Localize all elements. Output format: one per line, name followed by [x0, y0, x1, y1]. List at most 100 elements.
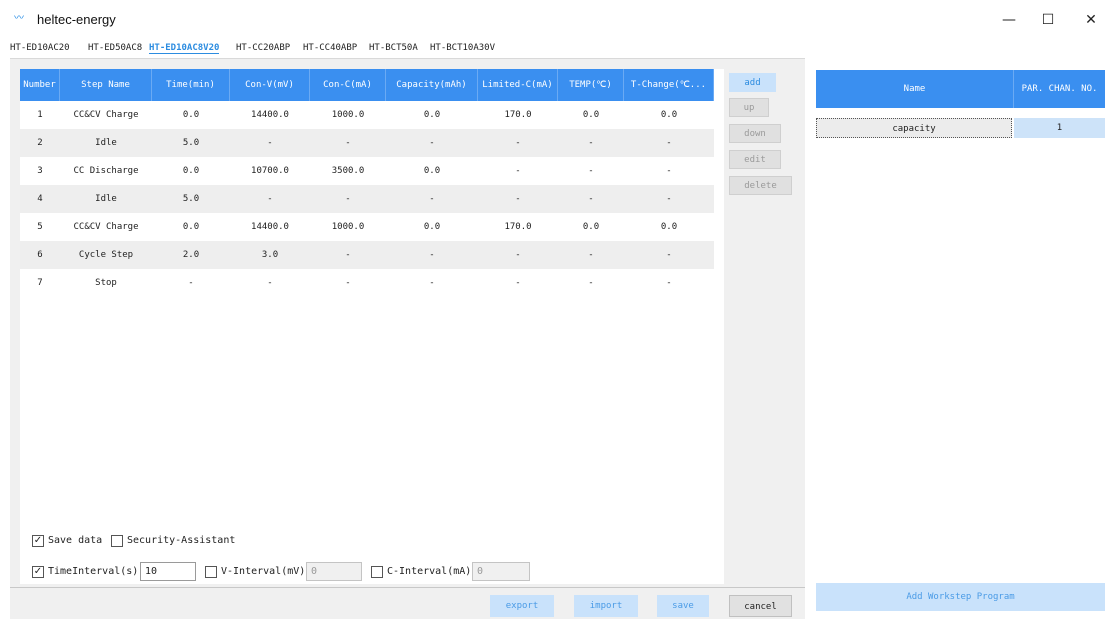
cell-con-c: 1000.0 [331, 110, 365, 120]
cell-step-name: Stop [95, 278, 117, 288]
cell-temp: - [588, 166, 594, 176]
table-row[interactable]: 7 Stop - - - - - - - [20, 269, 714, 297]
export-button[interactable]: export [490, 595, 554, 617]
cell-step-name: Idle [95, 194, 117, 204]
c-interval-checkbox[interactable] [371, 566, 383, 578]
cell-capacity: 0.0 [423, 222, 441, 232]
cell-t-change: - [666, 166, 672, 176]
cell-number: 1 [20, 101, 60, 129]
col-capacity[interactable]: Capacity(mAh) [386, 69, 478, 101]
v-interval-input[interactable]: 0 [306, 562, 362, 581]
cell-con-v: - [267, 278, 273, 288]
cell-con-v: 14400.0 [251, 222, 289, 232]
tab-ht-cc40abp[interactable]: HT-CC40ABP [303, 43, 357, 53]
cell-limited-c: 170.0 [504, 110, 532, 120]
cell-time: 0.0 [182, 222, 200, 232]
security-assistant-label: Security-Assistant [127, 535, 236, 546]
security-assistant-checkbox[interactable] [111, 535, 123, 547]
col-temp[interactable]: TEMP(℃) [558, 69, 624, 101]
tab-ht-ed50ac8[interactable]: HT-ED50AC8 [88, 43, 142, 53]
app-logo-icon: 〰 [14, 13, 24, 24]
save-button[interactable]: save [657, 595, 709, 617]
table-row[interactable]: 1 CC&CV Charge 0.0 14400.0 1000.0 0.0 17… [20, 101, 714, 129]
col-step-name[interactable]: Step Name [60, 69, 152, 101]
cell-con-v: 14400.0 [251, 110, 289, 120]
tab-ht-cc20abp[interactable]: HT-CC20ABP [236, 43, 290, 53]
edit-step-button[interactable]: edit [729, 150, 781, 169]
time-interval-checkbox[interactable]: ✓ [32, 566, 44, 578]
cell-number: 6 [20, 241, 60, 269]
tab-ht-bct50a[interactable]: HT-BCT50A [369, 43, 418, 53]
cell-step-name: Idle [95, 138, 117, 148]
cell-con-c: 3500.0 [331, 166, 365, 176]
step-editor-panel: Number Step Name Time(min) Con-V(mV) Con… [10, 59, 805, 619]
step-table: Number Step Name Time(min) Con-V(mV) Con… [20, 69, 724, 584]
table-row[interactable]: 5 CC&CV Charge 0.0 14400.0 1000.0 0.0 17… [20, 213, 714, 241]
c-interval-input[interactable]: 0 [472, 562, 530, 581]
cell-temp: 0.0 [582, 110, 600, 120]
cell-t-change: - [666, 250, 672, 260]
cancel-button[interactable]: cancel [729, 595, 792, 617]
col-time[interactable]: Time(min) [152, 69, 230, 101]
cell-time: - [188, 278, 194, 288]
cell-capacity: 0.0 [423, 110, 441, 120]
cell-capacity: - [429, 250, 435, 260]
cell-step-name: Cycle Step [78, 250, 134, 260]
cell-temp: - [588, 278, 594, 288]
table-row[interactable]: 4 Idle 5.0 - - - - - - [20, 185, 714, 213]
cell-temp: - [588, 138, 594, 148]
col-par-chan-no[interactable]: PAR. CHAN. NO. [1014, 70, 1105, 108]
cell-con-v: 3.0 [261, 250, 279, 260]
cell-temp: - [588, 250, 594, 260]
cell-t-change: 0.0 [660, 222, 678, 232]
program-row[interactable]: capacity 1 [816, 118, 1105, 138]
title-bar: 〰 heltec-energy — ☐ ✕ [0, 0, 1108, 40]
cell-time: 5.0 [182, 194, 200, 204]
cell-con-c: - [345, 250, 351, 260]
cell-number: 7 [20, 269, 60, 297]
cell-time: 5.0 [182, 138, 200, 148]
col-number[interactable]: Number [20, 69, 60, 101]
cell-t-change: 0.0 [660, 110, 678, 120]
time-interval-input[interactable]: 10 [140, 562, 196, 581]
cell-time: 0.0 [182, 166, 200, 176]
tab-ht-ed10ac8v20[interactable]: HT-ED10AC8V20 [149, 43, 220, 54]
move-up-button[interactable]: up [729, 98, 769, 117]
cell-t-change: - [666, 138, 672, 148]
import-button[interactable]: import [574, 595, 638, 617]
maximize-button[interactable]: ☐ [1025, 6, 1071, 34]
program-table-header: Name PAR. CHAN. NO. [816, 70, 1105, 108]
close-button[interactable]: ✕ [1068, 6, 1108, 34]
cell-time: 0.0 [182, 110, 200, 120]
col-limited-c[interactable]: Limited-C(mA) [478, 69, 558, 101]
program-name-cell[interactable]: capacity [816, 118, 1012, 138]
cell-con-v: 10700.0 [251, 166, 289, 176]
v-interval-checkbox[interactable] [205, 566, 217, 578]
v-interval-label: V-Interval(mV) [221, 566, 306, 577]
table-row[interactable]: 3 CC Discharge 0.0 10700.0 3500.0 0.0 - … [20, 157, 714, 185]
col-name[interactable]: Name [816, 70, 1014, 108]
tab-ht-bct10a30v[interactable]: HT-BCT10A30V [430, 43, 495, 53]
cell-capacity: 0.0 [423, 166, 441, 176]
cell-con-v: - [267, 138, 273, 148]
tab-ht-ed10ac20[interactable]: HT-ED10AC20 [10, 43, 70, 53]
col-t-change[interactable]: T-Change(℃... [624, 69, 714, 101]
cell-limited-c: - [515, 194, 521, 204]
action-divider [10, 587, 805, 588]
add-workstep-program-button[interactable]: Add Workstep Program [816, 583, 1105, 611]
step-table-body: 1 CC&CV Charge 0.0 14400.0 1000.0 0.0 17… [20, 101, 714, 297]
table-row[interactable]: 2 Idle 5.0 - - - - - - [20, 129, 714, 157]
cell-limited-c: - [515, 250, 521, 260]
save-data-checkbox[interactable]: ✓ [32, 535, 44, 547]
cell-number: 2 [20, 129, 60, 157]
add-step-button[interactable]: add [729, 73, 776, 92]
program-channel-cell[interactable]: 1 [1014, 118, 1105, 138]
save-data-label: Save data [48, 535, 103, 546]
move-down-button[interactable]: down [729, 124, 781, 143]
table-row[interactable]: 6 Cycle Step 2.0 3.0 - - - - - [20, 241, 714, 269]
col-con-c[interactable]: Con-C(mA) [310, 69, 386, 101]
col-con-v[interactable]: Con-V(mV) [230, 69, 310, 101]
delete-step-button[interactable]: delete [729, 176, 792, 195]
cell-capacity: - [429, 278, 435, 288]
cell-time: 2.0 [182, 250, 200, 260]
